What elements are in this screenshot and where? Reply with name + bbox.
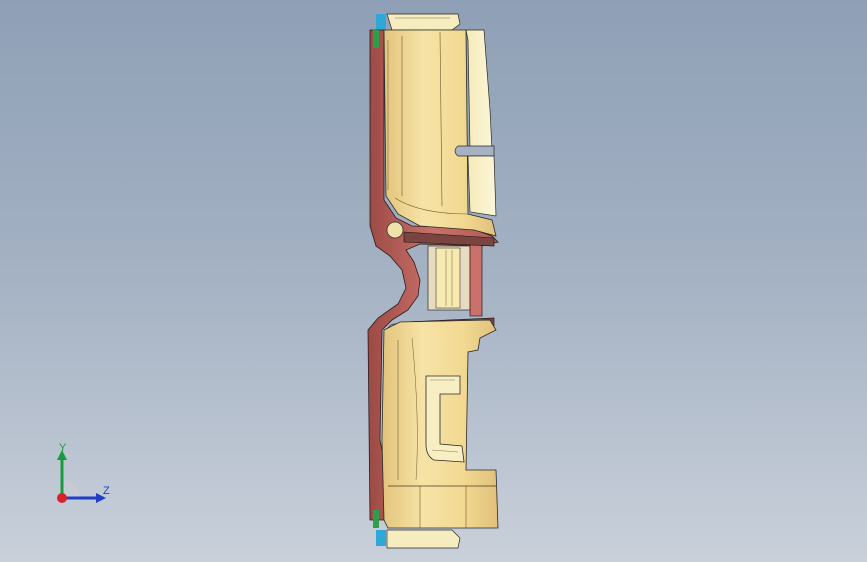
z-axis-label: Z <box>103 485 110 497</box>
y-axis-label: Y <box>59 442 67 454</box>
lower-housing <box>381 319 499 529</box>
top-cap <box>376 13 461 31</box>
x-axis-dot <box>57 493 67 503</box>
orientation-triad: Y Z <box>48 440 118 510</box>
graphics-viewport[interactable]: Y Z <box>0 0 867 562</box>
3d-model-section-view[interactable] <box>0 0 867 562</box>
upper-housing <box>383 29 497 237</box>
bottom-cap <box>376 529 461 549</box>
